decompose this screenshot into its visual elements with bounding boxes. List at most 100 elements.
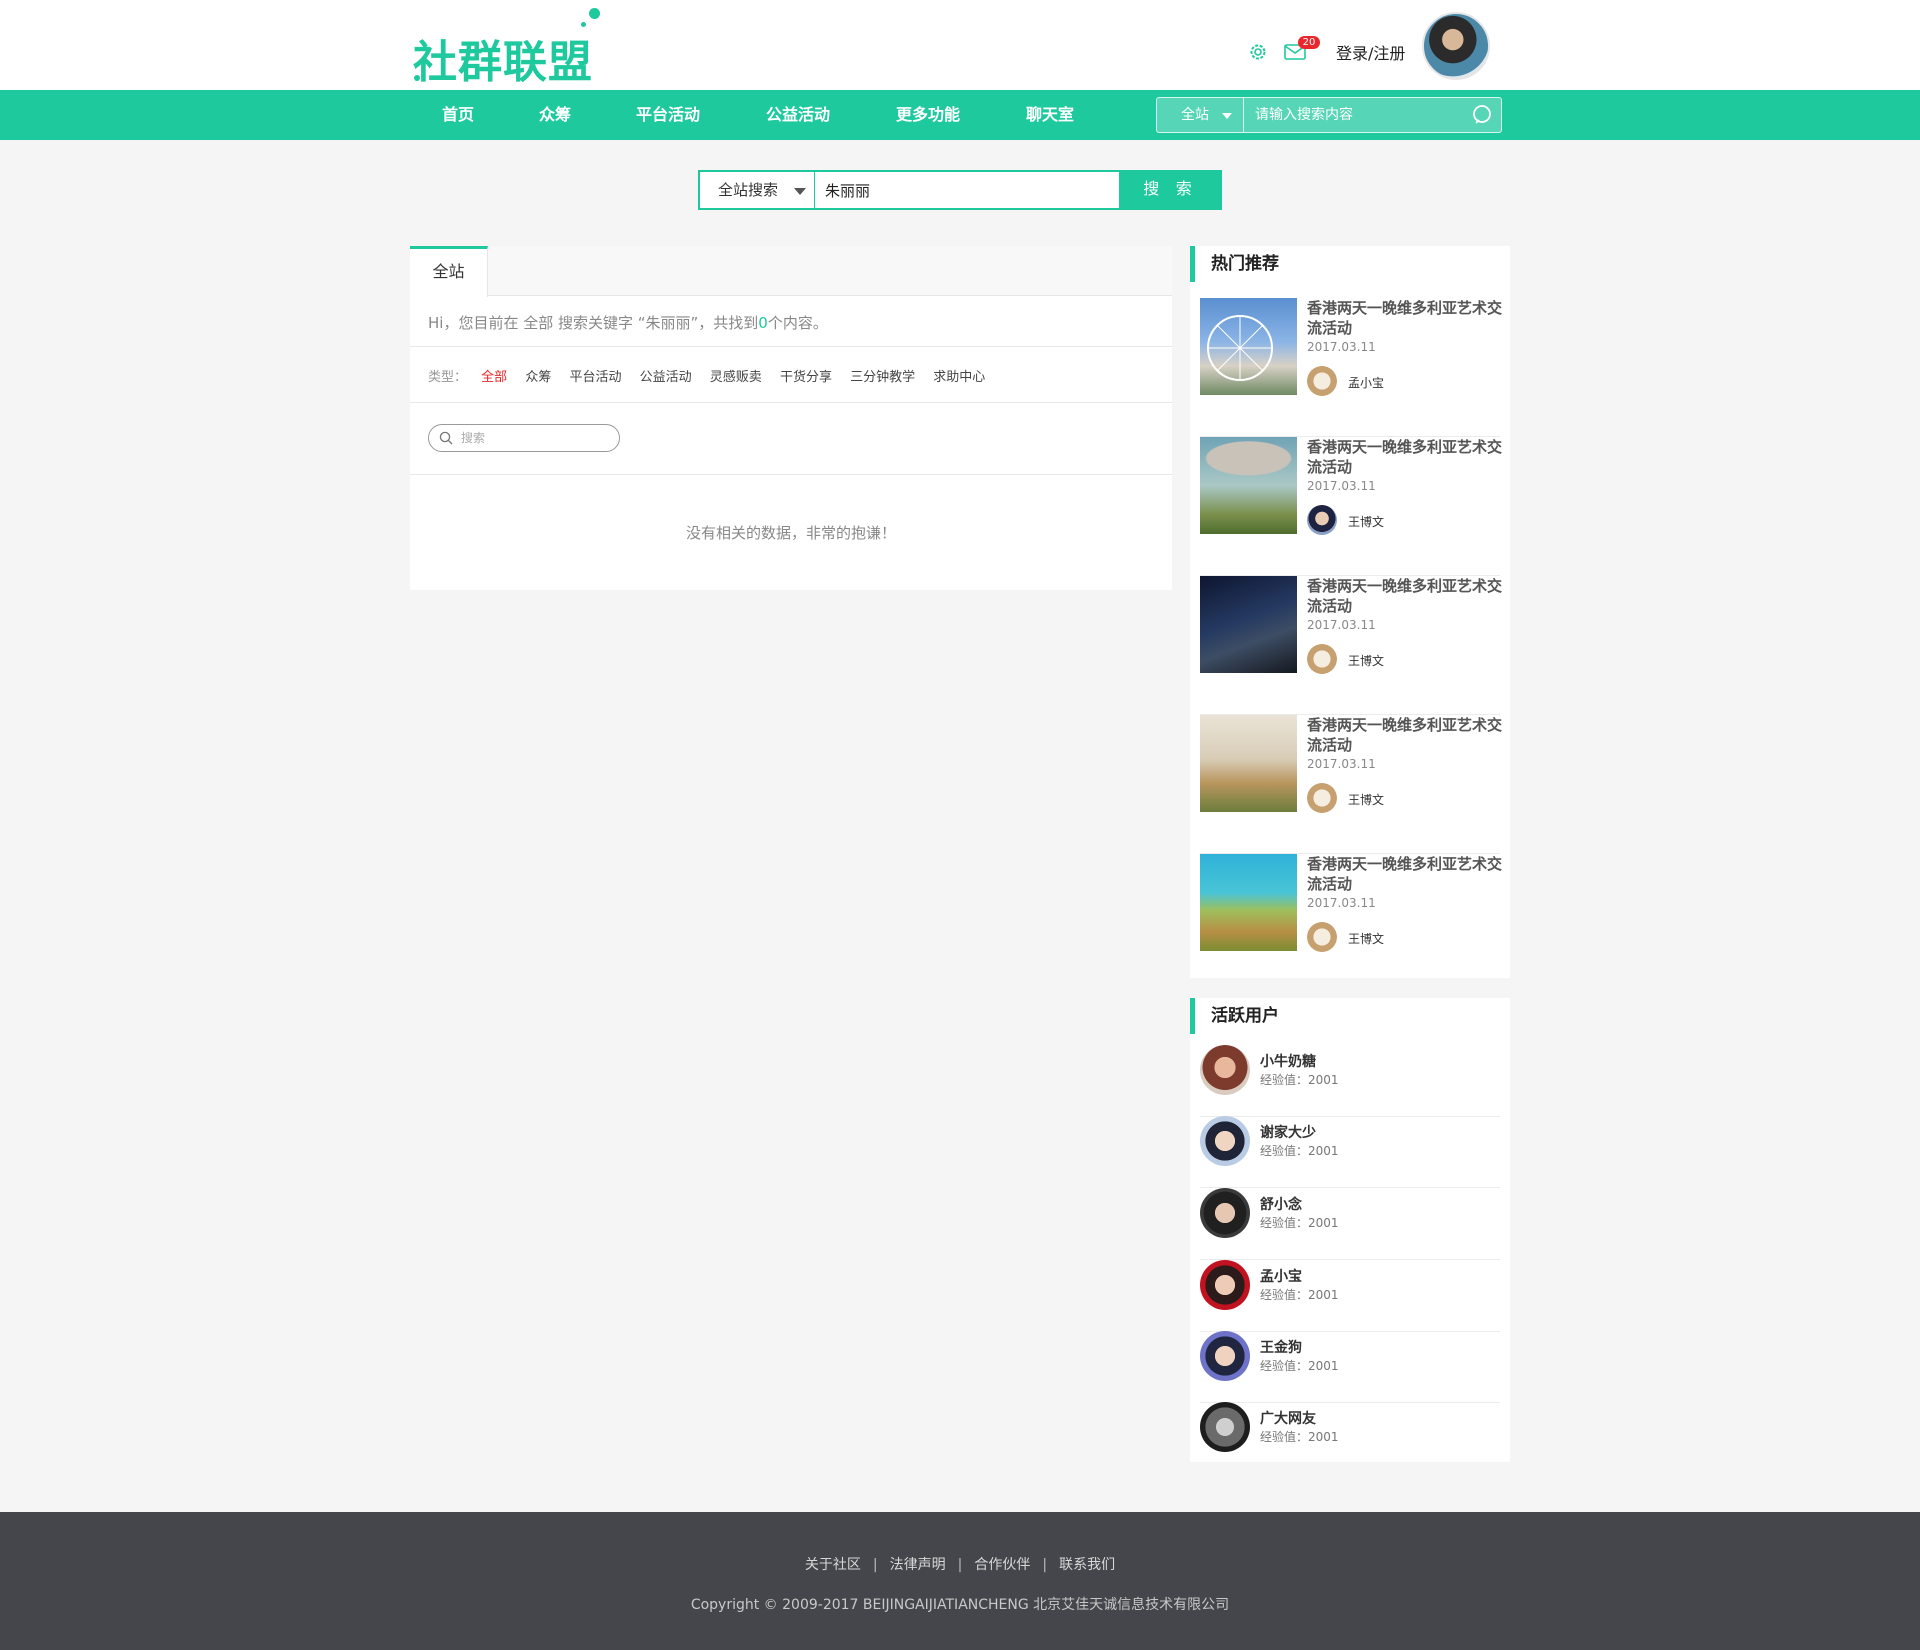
recommend-item[interactable]: 香港两天一晚维多利亚艺术交流活动 2017.03.11 孟小宝 xyxy=(1200,298,1503,437)
active-user-item[interactable]: 小牛奶糖 经验值：2001 xyxy=(1200,1045,1500,1117)
active-user-item[interactable]: 谢家大少 经验值：2001 xyxy=(1200,1116,1500,1188)
recommend-author[interactable]: 王博文 xyxy=(1348,652,1384,669)
recommend-author[interactable]: 孟小宝 xyxy=(1348,374,1384,391)
nav-search-box: 全站 xyxy=(1156,97,1502,133)
result-search-input[interactable] xyxy=(461,428,611,448)
recommend-item[interactable]: 香港两天一晚维多利亚艺术交流活动 2017.03.11 王博文 xyxy=(1200,854,1503,993)
mail-count-badge: 20 xyxy=(1298,36,1320,49)
nav-item-charity-events[interactable]: 公益活动 xyxy=(766,90,830,140)
nav-item-crowdfunding[interactable]: 众筹 xyxy=(539,90,571,140)
user-avatar[interactable] xyxy=(1200,1188,1250,1238)
nav-item-more[interactable]: 更多功能 xyxy=(896,90,960,140)
author-avatar xyxy=(1307,644,1337,674)
user-avatar[interactable] xyxy=(1200,1260,1250,1310)
type-filter-inspiration[interactable]: 灵感贩卖 xyxy=(710,370,762,385)
search-icon[interactable] xyxy=(1471,103,1495,127)
main-nav: 首页 众筹 平台活动 公益活动 更多功能 聊天室 全站 xyxy=(0,90,1920,140)
type-filter-tutorial[interactable]: 三分钟教学 xyxy=(850,370,915,385)
divider xyxy=(410,346,1172,347)
type-filter-help[interactable]: 求助中心 xyxy=(933,370,985,385)
footer-link-about[interactable]: 关于社区 xyxy=(805,1557,861,1573)
user-name[interactable]: 小牛奶糖 xyxy=(1260,1051,1316,1071)
user-avatar[interactable] xyxy=(1422,12,1490,80)
search-summary-suffix: 个内容。 xyxy=(767,314,828,332)
nav-item-platform-events[interactable]: 平台活动 xyxy=(636,90,700,140)
type-filter-crowdfunding[interactable]: 众筹 xyxy=(525,370,551,385)
type-filter-charity-events[interactable]: 公益活动 xyxy=(640,370,692,385)
footer-links: 关于社区 | 法律声明 | 合作伙伴 | 联系我们 xyxy=(804,1557,1116,1573)
hot-recommend-box: 热门推荐 香港两天一晚维多利亚艺术交流活动 2017.03.11 孟小宝 香港两… xyxy=(1190,246,1510,978)
active-user-item[interactable]: 孟小宝 经验值：2001 xyxy=(1200,1260,1500,1332)
type-filter-label: 类型： xyxy=(428,370,468,385)
site-header: 社群联盟 20 登录/注册 xyxy=(0,0,1920,90)
footer-link-legal[interactable]: 法律声明 xyxy=(890,1557,946,1573)
recommend-title[interactable]: 香港两天一晚维多利亚艺术交流活动 xyxy=(1307,576,1503,616)
nav-search-input[interactable] xyxy=(1245,98,1465,132)
recommend-author[interactable]: 王博文 xyxy=(1348,791,1384,808)
recommend-thumbnail[interactable] xyxy=(1200,854,1297,951)
search-input[interactable] xyxy=(815,170,1119,210)
active-user-item[interactable]: 王金狗 经验值：2001 xyxy=(1200,1331,1500,1403)
divider xyxy=(410,402,1172,403)
recommend-item[interactable]: 香港两天一晚维多利亚艺术交流活动 2017.03.11 王博文 xyxy=(1200,576,1503,715)
user-exp: 经验值：2001 xyxy=(1260,1288,1339,1302)
recommend-thumbnail[interactable] xyxy=(1200,576,1297,673)
user-name[interactable]: 谢家大少 xyxy=(1260,1122,1316,1142)
recommend-author[interactable]: 王博文 xyxy=(1348,513,1384,530)
recommend-date: 2017.03.11 xyxy=(1307,479,1376,493)
search-scope-label: 全站搜索 xyxy=(718,181,779,199)
user-name[interactable]: 孟小宝 xyxy=(1260,1266,1302,1286)
recommend-title[interactable]: 香港两天一晚维多利亚艺术交流活动 xyxy=(1307,298,1503,338)
nav-item-home[interactable]: 首页 xyxy=(442,90,474,140)
search-button[interactable]: 搜 索 xyxy=(1119,170,1222,210)
user-name[interactable]: 王金狗 xyxy=(1260,1337,1302,1357)
settings-icon[interactable] xyxy=(1248,42,1268,62)
site-logo[interactable]: 社群联盟 xyxy=(413,8,603,88)
empty-state-message: 没有相关的数据，非常的抱谦！ xyxy=(685,524,896,542)
site-footer: 关于社区 | 法律声明 | 合作伙伴 | 联系我们 Copyright © 2009-201… xyxy=(0,1512,1920,1650)
recommend-thumbnail[interactable] xyxy=(1200,437,1297,534)
footer-link-contact[interactable]: 联系我们 xyxy=(1059,1557,1115,1573)
active-user-item[interactable]: 广大网友 经验值：2001 xyxy=(1200,1402,1500,1474)
active-user-item[interactable]: 舒小念 经验值：2001 xyxy=(1200,1188,1500,1260)
user-exp: 经验值：2001 xyxy=(1260,1144,1339,1158)
user-exp: 经验值：2001 xyxy=(1260,1430,1339,1444)
user-avatar[interactable] xyxy=(1200,1402,1250,1452)
recommend-title[interactable]: 香港两天一晚维多利亚艺术交流活动 xyxy=(1307,437,1503,477)
logo-text: 社群联盟 xyxy=(413,37,593,88)
nav-search-scope-select[interactable]: 全站 xyxy=(1157,98,1244,132)
type-filter-tips[interactable]: 干货分享 xyxy=(780,370,832,385)
logo-dot xyxy=(581,22,586,27)
user-avatar[interactable] xyxy=(1200,1045,1250,1095)
recommend-title[interactable]: 香港两天一晚维多利亚艺术交流活动 xyxy=(1307,715,1503,755)
footer-link-partners[interactable]: 合作伙伴 xyxy=(974,1557,1030,1573)
recommend-item[interactable]: 香港两天一晚维多利亚艺术交流活动 2017.03.11 王博文 xyxy=(1200,437,1503,576)
search-scope-select[interactable]: 全站搜索 xyxy=(698,170,815,210)
result-search-box xyxy=(428,424,620,452)
user-avatar[interactable] xyxy=(1200,1116,1250,1166)
ferris-wheel-image xyxy=(1207,315,1273,381)
type-filter-all[interactable]: 全部 xyxy=(481,370,507,385)
hot-recommend-title: 热门推荐 xyxy=(1190,246,1510,282)
recommend-thumbnail[interactable] xyxy=(1200,715,1297,812)
search-summary-prefix: Hi，您目前在 全部 搜索关键字 “朱丽丽”，共找到 xyxy=(428,314,759,332)
nav-item-chatroom[interactable]: 聊天室 xyxy=(1026,90,1074,140)
user-name[interactable]: 广大网友 xyxy=(1260,1408,1316,1428)
user-exp: 经验值：2001 xyxy=(1260,1359,1339,1373)
recommend-title[interactable]: 香港两天一晚维多利亚艺术交流活动 xyxy=(1307,854,1503,894)
chevron-down-icon xyxy=(1222,113,1232,119)
type-filter-platform-events[interactable]: 平台活动 xyxy=(569,370,621,385)
recommend-item[interactable]: 香港两天一晚维多利亚艺术交流活动 2017.03.11 王博文 xyxy=(1200,715,1503,854)
search-icon xyxy=(439,431,453,445)
recommend-thumbnail[interactable] xyxy=(1200,298,1297,395)
copyright-text: Copyright © 2009-2017 BEIJINGAIJIATIANCH… xyxy=(690,1597,1230,1613)
recommend-author[interactable]: 王博文 xyxy=(1348,930,1384,947)
tab-all-site[interactable]: 全站 xyxy=(410,246,488,297)
author-avatar xyxy=(1307,783,1337,813)
recommend-date: 2017.03.11 xyxy=(1307,896,1376,910)
login-register-link[interactable]: 登录/注册 xyxy=(1336,40,1405,64)
user-name[interactable]: 舒小念 xyxy=(1260,1194,1302,1214)
divider xyxy=(410,474,1172,475)
results-tab-bar: 全站 xyxy=(410,246,1172,297)
user-avatar[interactable] xyxy=(1200,1331,1250,1381)
